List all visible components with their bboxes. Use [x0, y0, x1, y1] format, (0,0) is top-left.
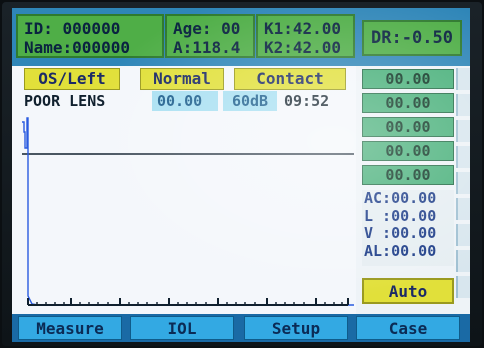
gain-box[interactable]: 60dB: [223, 91, 277, 111]
bottom-menu: Measure IOL Setup Case: [12, 314, 470, 342]
patient-age: Age: 00: [173, 19, 241, 38]
biometry-results: AC:00.00 L :00.00 V :00.00 AL:00.00: [362, 189, 454, 266]
lens-status: POOR LENS: [24, 92, 106, 110]
menu-setup-button[interactable]: Setup: [244, 316, 348, 340]
keratometry-box[interactable]: K1:42.00 K2:42.00: [256, 14, 355, 58]
k2-value: K2:42.00: [264, 38, 342, 57]
a-scan-trace: [22, 117, 354, 306]
eye-selector[interactable]: OS/Left: [24, 68, 120, 90]
a-scan-display: [22, 112, 354, 308]
reading-2[interactable]: 00.00: [362, 93, 454, 113]
reading-1[interactable]: 00.00: [362, 69, 454, 89]
mode-selector[interactable]: Normal: [140, 68, 224, 90]
k1-value: K1:42.00: [264, 19, 342, 38]
reading-4[interactable]: 00.00: [362, 141, 454, 161]
reading-5[interactable]: 00.00: [362, 165, 454, 185]
lens-thickness-value: L :00.00: [364, 206, 437, 225]
menu-case-button[interactable]: Case: [356, 316, 460, 340]
patient-id-box[interactable]: ID: 000000 Name:000000: [16, 14, 164, 58]
gain-value-box: 00.00: [152, 91, 218, 111]
auto-button[interactable]: Auto: [362, 278, 454, 304]
clock: 09:52: [284, 92, 330, 110]
reading-3[interactable]: 00.00: [362, 117, 454, 137]
vitreous-value: V :00.00: [364, 224, 437, 242]
screen-edge-tabs: [456, 68, 470, 308]
a-constant: A:118.4: [173, 38, 241, 57]
device-screen: ID: 000000 Name:000000 Age: 00 A:118.4 K…: [12, 8, 470, 342]
axial-length-value: AL:00.00: [364, 241, 437, 260]
menu-measure-button[interactable]: Measure: [18, 316, 122, 340]
contact-selector[interactable]: Contact: [234, 68, 346, 90]
patient-name: Name:000000: [24, 38, 130, 57]
age-box[interactable]: Age: 00 A:118.4: [165, 14, 255, 58]
anterior-chamber-value: AC:00.00: [364, 189, 437, 207]
patient-id: ID: 000000: [24, 19, 121, 38]
echo-trace: [22, 117, 354, 306]
desired-refraction-box[interactable]: DR:-0.50: [362, 20, 462, 56]
menu-iol-button[interactable]: IOL: [130, 316, 234, 340]
desired-refraction: DR:-0.50: [371, 28, 453, 48]
